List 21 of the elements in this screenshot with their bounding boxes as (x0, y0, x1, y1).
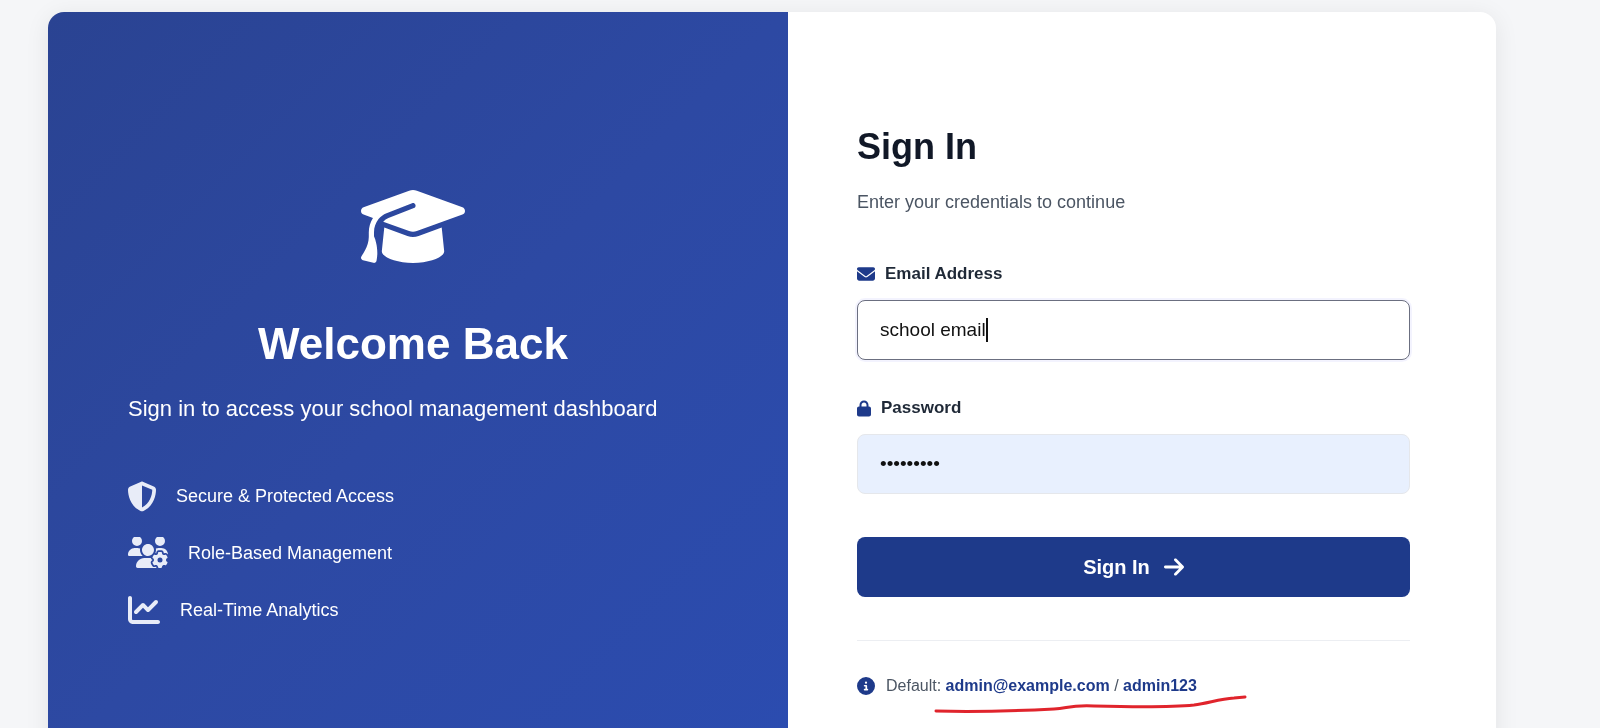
sign-in-button[interactable]: Sign In (857, 537, 1410, 597)
feature-label: Role-Based Management (188, 542, 393, 565)
field-label: Password (881, 397, 962, 419)
arrow-right-icon (1163, 557, 1184, 577)
sign-in-subtitle: Enter your credentials to continue (857, 191, 1127, 214)
users-gear-icon (128, 537, 168, 569)
info-icon (857, 677, 875, 695)
envelope-icon (857, 267, 875, 281)
welcome-title: Welcome Back (258, 318, 568, 370)
email-field[interactable]: school email (857, 300, 1410, 360)
graduation-cap-icon (361, 190, 465, 263)
field-label: Email Address (885, 263, 1003, 285)
welcome-subtitle: Sign in to access your school management dashboard (128, 395, 659, 423)
feature-label: Real-Time Analytics (180, 599, 339, 622)
line-chart-icon (128, 594, 160, 626)
sign-in-heading: Sign In (857, 125, 978, 169)
feature-label: Secure & Protected Access (176, 485, 395, 508)
lock-icon (857, 399, 871, 417)
default-credentials-note: Default: admin@example.com / admin123 (886, 676, 1197, 696)
password-field[interactable]: ••••••••• (857, 434, 1410, 494)
shield-icon (128, 480, 156, 512)
